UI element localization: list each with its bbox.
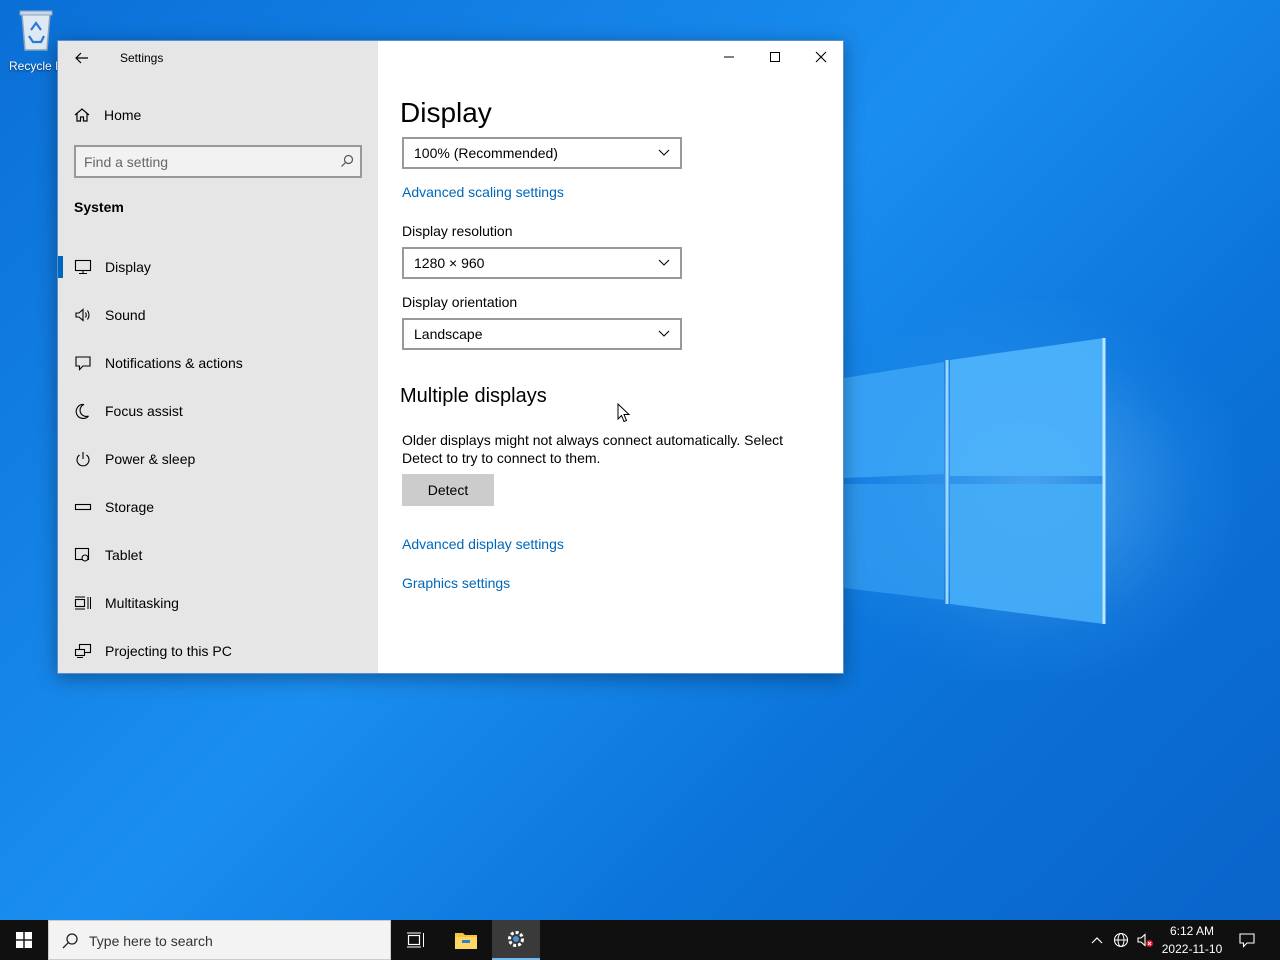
action-center-button[interactable]: [1230, 920, 1264, 960]
mouse-cursor-icon: [617, 403, 631, 423]
sidebar-item-focus-assist[interactable]: Focus assist: [58, 387, 378, 435]
storage-icon: [74, 498, 92, 516]
sidebar-item-label: Power & sleep: [105, 451, 196, 467]
sidebar-item-label: Sound: [105, 307, 146, 323]
network-button[interactable]: [1110, 920, 1132, 960]
sidebar-item-tablet[interactable]: Tablet: [58, 531, 378, 579]
volume-button[interactable]: [1134, 920, 1156, 960]
sidebar-item-multitasking[interactable]: Multitasking: [58, 579, 378, 627]
sidebar-item-projecting[interactable]: Projecting to this PC: [58, 627, 378, 675]
advanced-scaling-link[interactable]: Advanced scaling settings: [402, 184, 564, 200]
orientation-dropdown-value: Landscape: [414, 326, 483, 342]
multiple-displays-description: Older displays might not always connect …: [402, 432, 784, 466]
orientation-dropdown[interactable]: Landscape: [402, 318, 682, 350]
sidebar-item-label: Focus assist: [105, 403, 183, 419]
chevron-up-icon: [1091, 937, 1103, 944]
multitasking-icon: [74, 594, 92, 612]
folder-icon: [455, 933, 477, 949]
clock-date: 2022-11-10: [1161, 942, 1223, 956]
sidebar-item-label: Projecting to this PC: [105, 643, 232, 659]
sidebar-item-label: Multitasking: [105, 595, 179, 611]
section-title-system: System: [74, 199, 124, 215]
sidebar: Home System Display: [58, 41, 378, 673]
back-button[interactable]: [68, 45, 96, 71]
sidebar-item-label: Tablet: [105, 547, 143, 563]
clock-time: 6:12 AM: [1169, 924, 1215, 938]
taskbar-search-box[interactable]: Type here to search: [48, 920, 391, 960]
volume-muted-icon: [1137, 933, 1153, 947]
sidebar-item-storage[interactable]: Storage: [58, 483, 378, 531]
sidebar-item-power-sleep[interactable]: Power & sleep: [58, 435, 378, 483]
gear-icon: [508, 931, 524, 947]
task-view-button[interactable]: [392, 920, 440, 960]
monitor-icon: [74, 258, 92, 276]
windows-start-icon: [16, 932, 32, 948]
desktop: Recycle B Home System: [0, 0, 1280, 920]
taskbar-search-placeholder: Type here to search: [89, 933, 213, 949]
orientation-label: Display orientation: [402, 294, 518, 310]
home-label: Home: [104, 107, 142, 123]
sidebar-home[interactable]: Home: [74, 103, 141, 127]
sidebar-item-sound[interactable]: Sound: [58, 291, 378, 339]
advanced-display-link[interactable]: Advanced display settings: [402, 536, 564, 552]
search-icon: [62, 933, 78, 949]
tablet-icon: [74, 546, 92, 564]
start-button[interactable]: [0, 920, 48, 960]
notification-icon: [74, 354, 92, 372]
home-icon: [74, 108, 90, 122]
taskbar: Type here to search 6:12 AM 2022-11-10: [0, 920, 1280, 960]
scale-dropdown[interactable]: 100% (Recommended): [402, 137, 682, 169]
page-title: Display: [400, 97, 492, 128]
network-globe-icon: [1113, 932, 1129, 948]
show-hidden-icons-button[interactable]: [1086, 920, 1108, 960]
windows-wallpaper-logo: [844, 338, 1106, 624]
sidebar-item-label: Storage: [105, 499, 155, 515]
chevron-down-icon: [658, 330, 670, 337]
settings-window: Home System Display: [57, 40, 844, 674]
content-pane: Display 100% (Recommended) Advanced scal…: [400, 41, 840, 673]
detect-button[interactable]: Detect: [402, 474, 494, 506]
speaker-icon: [74, 306, 92, 324]
task-view-icon: [407, 932, 424, 948]
settings-taskbar-button[interactable]: [492, 920, 540, 960]
notification-icon: [1239, 933, 1255, 948]
window-title: Settings: [120, 51, 164, 65]
multiple-displays-heading: Multiple displays: [400, 385, 547, 407]
taskbar-clock[interactable]: 6:12 AM 2022-11-10: [1156, 922, 1228, 958]
chevron-down-icon: [658, 149, 670, 156]
recycle-bin-icon: [19, 10, 53, 51]
find-setting-input[interactable]: [84, 152, 334, 172]
resolution-label: Display resolution: [402, 223, 513, 239]
back-arrow-icon: [75, 52, 88, 64]
file-explorer-button[interactable]: [442, 920, 490, 960]
sidebar-item-display[interactable]: Display: [58, 243, 378, 291]
resolution-dropdown-value: 1280 × 960: [414, 255, 485, 271]
search-icon: [341, 154, 354, 167]
sidebar-nav: Display Sound Notifications & actions Fo…: [58, 243, 378, 675]
chevron-down-icon: [658, 259, 670, 266]
power-icon: [74, 450, 92, 468]
graphics-settings-link[interactable]: Graphics settings: [402, 575, 510, 591]
sidebar-item-label: Notifications & actions: [105, 355, 243, 371]
scale-dropdown-value: 100% (Recommended): [414, 145, 558, 161]
moon-icon: [74, 402, 92, 420]
sidebar-item-label: Display: [105, 259, 151, 275]
resolution-dropdown[interactable]: 1280 × 960: [402, 247, 682, 279]
sidebar-item-notifications[interactable]: Notifications & actions: [58, 339, 378, 387]
projecting-icon: [74, 642, 92, 660]
find-setting-search[interactable]: [74, 145, 362, 178]
